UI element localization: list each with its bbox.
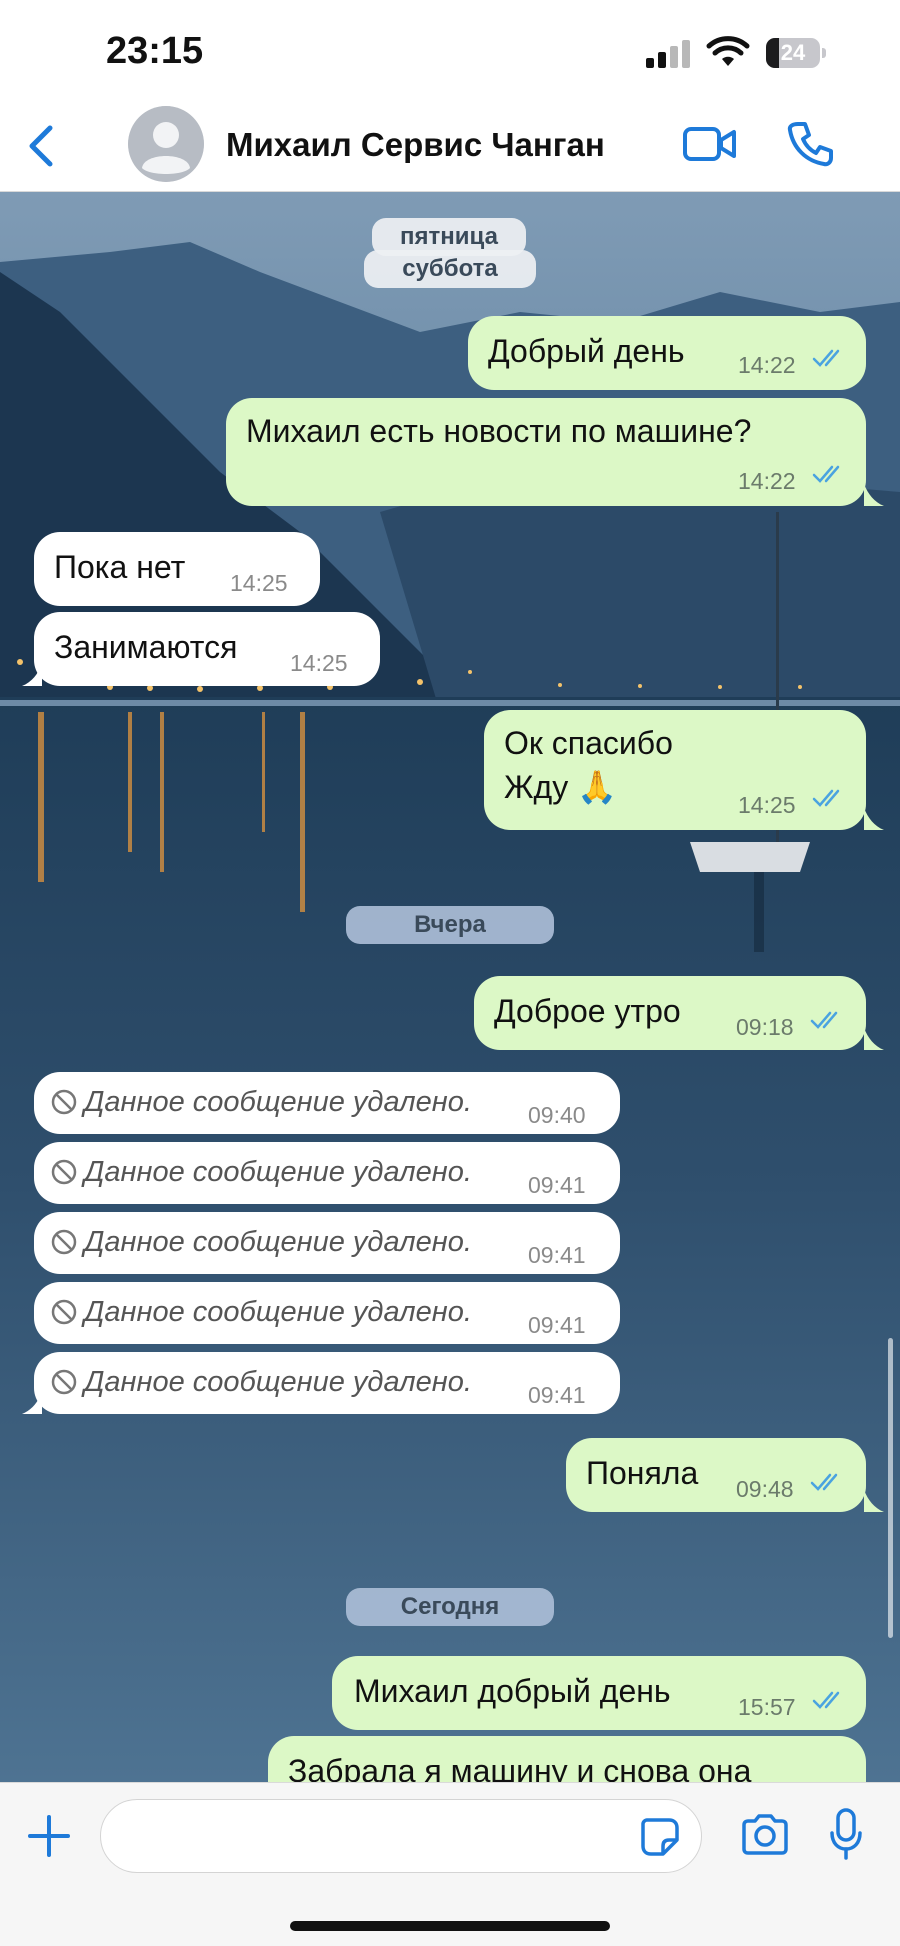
bubble-tail: [864, 808, 884, 830]
message-bubble[interactable]: Пока нет 14:25: [34, 532, 320, 606]
message-text: Занимаются: [54, 629, 238, 665]
deleted-message-bubble[interactable]: Данное сообщение удалено. 09:41: [34, 1142, 620, 1204]
deleted-message-bubble[interactable]: Данное сообщение удалено. 09:41: [34, 1212, 620, 1274]
bubble-tail: [22, 1392, 42, 1414]
message-text-line1: Ок спасибо: [504, 725, 673, 761]
message-time: 09:41: [528, 1382, 586, 1408]
message-text-line2: Жду 🙏: [504, 769, 617, 805]
date-chip-saturday: суббота: [364, 250, 536, 288]
message-time: 09:41: [528, 1242, 586, 1268]
chat-area[interactable]: пятница суббота Добрый день 14:22 Михаил…: [0, 192, 900, 1782]
video-call-icon[interactable]: [682, 124, 738, 164]
battery-icon: 24: [766, 38, 826, 68]
message-bubble[interactable]: Михаил есть новости по машине? 14:22: [226, 398, 866, 506]
deleted-message-bubble[interactable]: Данное сообщение удалено. 09:41: [34, 1282, 620, 1344]
phone-icon[interactable]: [786, 120, 834, 168]
wifi-icon: [706, 36, 750, 66]
message-text: Михаил добрый день: [354, 1673, 671, 1709]
deleted-message-text: Данное сообщение удалено.: [84, 1086, 472, 1118]
message-bubble-partial[interactable]: Забрала я машину и снова она: [268, 1736, 866, 1782]
message-time: 15:57: [738, 1694, 796, 1720]
avatar[interactable]: [128, 106, 204, 182]
sticker-icon[interactable]: [639, 1816, 681, 1858]
message-time: 09:48: [736, 1476, 794, 1502]
back-chevron-icon[interactable]: [22, 122, 62, 170]
deleted-message-text: Данное сообщение удалено.: [84, 1156, 472, 1188]
message-text: Доброе утро: [494, 993, 681, 1029]
message-text: Забрала я машину и снова она: [288, 1753, 752, 1782]
camera-icon[interactable]: [740, 1813, 790, 1857]
bubble-tail: [864, 1490, 884, 1512]
message-text: Поняла: [586, 1455, 699, 1491]
message-time: 14:25: [738, 792, 796, 818]
message-time: 14:25: [290, 650, 348, 676]
bubble-tail: [22, 664, 42, 686]
message-text: Пока нет: [54, 549, 186, 585]
home-indicator: [290, 1921, 610, 1931]
message-time: 14:22: [738, 468, 796, 494]
deleted-message-text: Данное сообщение удалено.: [84, 1366, 472, 1398]
message-time: 14:25: [230, 570, 288, 596]
microphone-icon[interactable]: [828, 1807, 864, 1861]
prohibited-icon: [51, 1159, 77, 1185]
message-time: 09:41: [528, 1172, 586, 1198]
prohibited-icon: [51, 1299, 77, 1325]
chat-header: Михаил Сервис Чанган: [0, 100, 900, 192]
deleted-message-bubble[interactable]: Данное сообщение удалено. 09:41: [34, 1352, 620, 1414]
message-text: Михаил есть новости по машине?: [246, 413, 752, 449]
message-bubble[interactable]: Доброе утро 09:18: [474, 976, 866, 1050]
deleted-message-bubble[interactable]: Данное сообщение удалено. 09:40: [34, 1072, 620, 1134]
date-chip-today: Сегодня: [346, 1588, 554, 1626]
double-check-icon: [810, 1473, 838, 1491]
message-text: Добрый день: [488, 333, 685, 369]
message-bubble[interactable]: Поняла 09:48: [566, 1438, 866, 1512]
double-check-icon: [812, 465, 840, 483]
prohibited-icon: [51, 1089, 77, 1115]
message-time: 09:40: [528, 1102, 586, 1128]
contact-name[interactable]: Михаил Сервис Чанган: [226, 126, 605, 164]
deleted-message-text: Данное сообщение удалено.: [84, 1296, 472, 1328]
status-time: 23:15: [106, 30, 204, 72]
message-time: 09:18: [736, 1014, 794, 1040]
battery-level: 24: [780, 40, 806, 65]
scroll-indicator[interactable]: [888, 1338, 893, 1638]
input-bar: [0, 1782, 900, 1946]
message-input-field[interactable]: [100, 1799, 702, 1873]
date-chip-yesterday: Вчера: [346, 906, 554, 944]
bubble-tail: [864, 1028, 884, 1050]
message-bubble[interactable]: Ок спасибо Жду 🙏 14:25: [484, 710, 866, 830]
message-bubble[interactable]: Михаил добрый день 15:57: [332, 1656, 866, 1730]
plus-icon[interactable]: [26, 1813, 72, 1859]
message-bubble[interactable]: Добрый день 14:22: [468, 316, 866, 390]
cellular-signal-icon: [646, 40, 690, 68]
message-bubble[interactable]: Занимаются 14:25: [34, 612, 380, 686]
message-time: 14:22: [738, 352, 796, 378]
bubble-tail: [864, 484, 884, 506]
status-bar: 23:15 24: [0, 0, 900, 100]
double-check-icon: [812, 1691, 840, 1709]
prohibited-icon: [51, 1369, 77, 1395]
double-check-icon: [812, 349, 840, 367]
person-placeholder-icon: [128, 106, 204, 182]
message-input[interactable]: [125, 1814, 605, 1858]
deleted-message-text: Данное сообщение удалено.: [84, 1226, 472, 1258]
double-check-icon: [810, 1011, 838, 1029]
prohibited-icon: [51, 1229, 77, 1255]
message-time: 09:41: [528, 1312, 586, 1338]
double-check-icon: [812, 789, 840, 807]
